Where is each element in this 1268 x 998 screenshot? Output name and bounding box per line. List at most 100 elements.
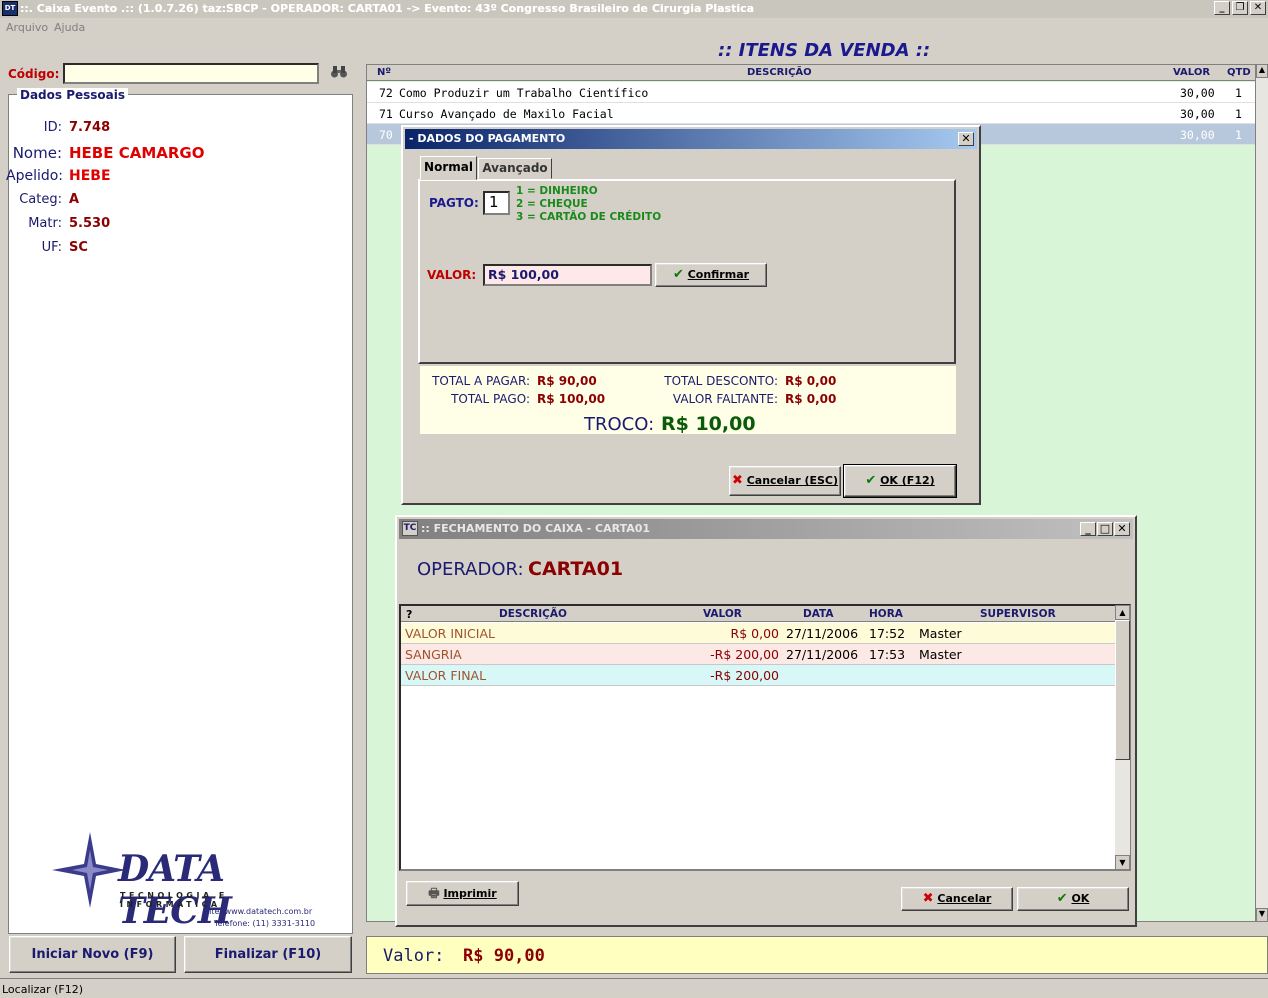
row-valor: 30,00 xyxy=(1180,86,1215,100)
apelido-label: Apelido: xyxy=(6,168,64,184)
table-row[interactable]: VALOR INICIAL R$ 0,00 27/11/2006 17:52 M… xyxy=(401,623,1115,644)
valor-total-bar: Valor: R$ 90,00 xyxy=(366,936,1268,974)
valor-total-label: Valor: xyxy=(383,946,445,966)
dados-pessoais-title: Dados Pessoais xyxy=(17,88,129,102)
itens-scrollbar[interactable]: ▲ ▼ xyxy=(1256,64,1268,922)
close-icon[interactable]: ✕ xyxy=(958,132,974,146)
table-row[interactable]: 71 Curso Avançado de Maxilo Facial 30,00… xyxy=(367,103,1255,124)
row-valor: -R$ 200,00 xyxy=(710,668,779,683)
total-pago-label: TOTAL PAGO: xyxy=(451,392,530,406)
minimize-icon[interactable]: _ xyxy=(1214,1,1230,15)
col-num[interactable]: Nº xyxy=(377,67,391,78)
itens-grid-header: Nº DESCRIÇÃO VALOR QTD xyxy=(367,65,1255,81)
imprimir-label: Imprimir xyxy=(443,887,497,900)
confirmar-button[interactable]: ✔ Confirmar xyxy=(655,263,767,287)
pagto-label: PAGTO: xyxy=(429,196,479,210)
app-icon: DT xyxy=(2,1,18,16)
col-valor[interactable]: VALOR xyxy=(703,608,742,620)
row-valor: -R$ 200,00 xyxy=(710,647,779,662)
fechamento-title: :: FECHAMENTO DO CAIXA - CARTA01 xyxy=(421,522,651,535)
codigo-input[interactable] xyxy=(63,63,319,84)
matr-value: 5.530 xyxy=(69,216,111,231)
nome-value: HEBE CAMARGO xyxy=(69,144,205,162)
operador-value: CARTA01 xyxy=(528,558,624,580)
row-hora: 17:53 xyxy=(869,647,906,662)
cancelar-esc-button[interactable]: ✖ Cancelar (ESC) xyxy=(729,466,841,496)
row-qtd: 1 xyxy=(1235,86,1242,100)
matr-label: Matr: xyxy=(28,216,62,231)
close-icon[interactable]: ✕ xyxy=(1114,522,1130,536)
check-icon: ✔ xyxy=(1056,891,1068,906)
col-desc[interactable]: DESCRIÇÃO xyxy=(499,608,567,620)
uf-value: SC xyxy=(69,240,88,255)
row-desc: Curso Avançado de Maxilo Facial xyxy=(399,107,614,121)
datatech-logo: DATA TECH TECNOLOGIA E INFORMÁTICA Site:… xyxy=(48,830,328,932)
ok-f12-button[interactable]: ✔ OK (F12) xyxy=(843,464,957,498)
row-desc: VALOR INICIAL xyxy=(405,626,495,641)
binoculars-icon[interactable] xyxy=(330,64,348,84)
title-bar: DT ::. Caixa Evento .:: (1.0.7.26) taz:S… xyxy=(0,0,1268,18)
total-a-pagar-label: TOTAL A PAGAR: xyxy=(432,374,530,388)
total-pago-value: R$ 100,00 xyxy=(537,392,606,406)
valor-input[interactable]: R$ 100,00 xyxy=(483,264,652,286)
tab-normal[interactable]: Normal xyxy=(420,156,477,180)
cancelar-label: Cancelar xyxy=(937,892,992,905)
logo-site: Site: www.datatech.com.br xyxy=(204,907,313,916)
row-num: 71 xyxy=(379,107,393,121)
table-row[interactable]: SANGRIA -R$ 200,00 27/11/2006 17:53 Mast… xyxy=(401,644,1115,665)
row-num: 70 xyxy=(379,128,393,142)
total-desconto-label: TOTAL DESCONTO: xyxy=(664,374,778,388)
col-desc[interactable]: DESCRIÇÃO xyxy=(747,67,812,78)
pagto-input[interactable]: 1 xyxy=(483,191,510,215)
printer-icon: 🖶 xyxy=(428,886,440,900)
total-desconto-value: R$ 0,00 xyxy=(785,374,837,388)
operador-label: OPERADOR: xyxy=(417,559,524,580)
finalizar-button[interactable]: Finalizar (F10) xyxy=(184,936,352,973)
cancelar-button[interactable]: ✖ Cancelar xyxy=(901,887,1013,911)
col-hora[interactable]: HORA xyxy=(869,608,903,620)
col-help[interactable]: ? xyxy=(406,608,412,621)
ok-label: OK xyxy=(1071,892,1090,905)
col-data[interactable]: DATA xyxy=(803,608,834,620)
star-logo-icon xyxy=(52,832,126,908)
cancelar-esc-label: Cancelar (ESC) xyxy=(746,474,839,487)
row-desc: SANGRIA xyxy=(405,647,462,662)
tab-avancado[interactable]: Avançado xyxy=(478,158,552,179)
ok-button[interactable]: ✔ OK xyxy=(1017,887,1129,911)
row-desc: VALOR FINAL xyxy=(405,668,487,683)
close-icon[interactable]: ✕ xyxy=(1250,1,1266,15)
check-icon: ✔ xyxy=(865,473,877,488)
col-qtd[interactable]: QTD xyxy=(1227,67,1251,78)
codigo-label: Código: xyxy=(8,67,60,81)
troco-value: R$ 10,00 xyxy=(661,413,756,435)
col-supervisor[interactable]: SUPERVISOR xyxy=(980,608,1056,620)
fechamento-grid-header: ? DESCRIÇÃO VALOR DATA HORA SUPERVISOR xyxy=(401,606,1115,622)
row-num: 72 xyxy=(379,86,393,100)
itens-title: :: ITENS DA VENDA :: xyxy=(718,40,931,61)
minimize-icon[interactable]: _ xyxy=(1080,522,1096,536)
row-qtd: 1 xyxy=(1235,107,1242,121)
table-row[interactable]: VALOR FINAL -R$ 200,00 xyxy=(401,665,1115,686)
menu-arquivo[interactable]: Arquivo xyxy=(6,21,48,34)
pagto-option: 3 = CARTÃO DE CRÉDITO xyxy=(516,211,662,223)
imprimir-button[interactable]: 🖶 Imprimir xyxy=(406,881,519,906)
row-valor: 30,00 xyxy=(1180,107,1215,121)
col-valor[interactable]: VALOR xyxy=(1173,67,1210,78)
table-row[interactable]: 72 Como Produzir um Trabalho Científico … xyxy=(367,82,1255,103)
fechamento-scrollbar[interactable]: ▲ ▼ xyxy=(1115,605,1130,870)
apelido-value: HEBE xyxy=(69,168,111,184)
categ-label: Categ: xyxy=(19,192,62,207)
row-valor: 30,00 xyxy=(1180,128,1215,142)
logo-phone: Telefone: (11) 3331-3110 xyxy=(214,919,316,928)
iniciar-novo-button[interactable]: Iniciar Novo (F9) xyxy=(9,936,176,973)
menu-ajuda[interactable]: Ajuda xyxy=(54,21,85,34)
pagto-options: 1 = DINHEIRO 2 = CHEQUE 3 = CARTÃO DE CR… xyxy=(516,185,661,224)
ok-f12-label: OK (F12) xyxy=(880,474,935,487)
pagto-option: 2 = CHEQUE xyxy=(516,198,588,210)
pagamento-title: - DADOS DO PAGAMENTO xyxy=(409,132,566,145)
maximize-icon[interactable]: □ xyxy=(1097,522,1113,536)
fechamento-title-bar: TC :: FECHAMENTO DO CAIXA - CARTA01 _ □ … xyxy=(399,519,1133,539)
restore-icon[interactable]: ❐ xyxy=(1232,1,1248,15)
id-label: ID: xyxy=(43,120,62,135)
row-hora: 17:52 xyxy=(869,626,906,641)
